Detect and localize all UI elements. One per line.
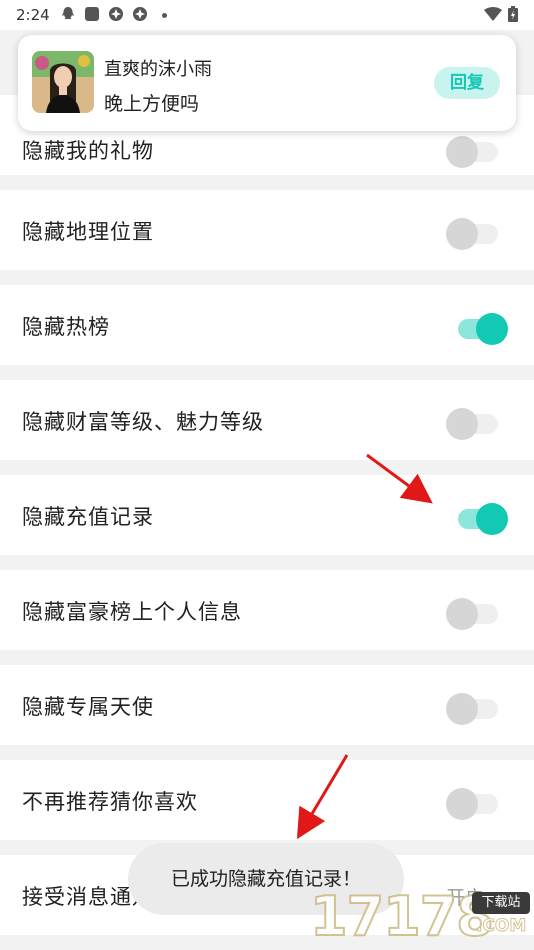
qq-icon (62, 7, 74, 19)
setting-label: 隐藏充值记录 (22, 505, 154, 529)
sender-name: 直爽的沫小雨 (104, 59, 212, 80)
avatar (32, 51, 94, 113)
setting-row-hide-levels[interactable]: 隐藏财富等级、魅力等级 (0, 380, 534, 475)
wifi-icon (484, 7, 502, 21)
hide-angel-toggle[interactable] (446, 690, 508, 725)
setting-row-hide-angel[interactable]: 隐藏专属天使 (0, 665, 534, 760)
setting-label: 不再推荐猜你喜欢 (22, 790, 198, 814)
setting-row-hide-hot-list[interactable]: 隐藏热榜 (0, 285, 534, 380)
dot-icon (162, 13, 167, 18)
setting-label: 隐藏我的礼物 (22, 139, 154, 163)
reply-button[interactable]: 回复 (434, 67, 500, 99)
setting-row-hide-recharge[interactable]: 隐藏充值记录 (0, 475, 534, 570)
status-bar: 2:24 (0, 0, 534, 30)
hide-gifts-toggle[interactable] (446, 133, 508, 168)
setting-row-hide-location[interactable]: 隐藏地理位置 (0, 190, 534, 285)
app-icon (85, 7, 99, 21)
setting-label: 隐藏热榜 (22, 315, 110, 339)
hide-recharge-toggle[interactable] (446, 500, 508, 535)
hide-location-toggle[interactable] (446, 215, 508, 250)
setting-label: 隐藏财富等级、魅力等级 (22, 410, 264, 434)
setting-row-no-recommend[interactable]: 不再推荐猜你喜欢 (0, 760, 534, 855)
settings-list: 隐藏我的礼物 隐藏地理位置 隐藏热榜 隐藏财富等级、魅力等级 隐藏充值记录 隐藏… (0, 95, 534, 950)
aperture-icon (133, 7, 147, 21)
watermark-badge: 下载站 (472, 892, 530, 914)
watermark-logo: 17178 下载站 .COM (309, 885, 532, 949)
setting-row-hide-rich-list-info[interactable]: 隐藏富豪榜上个人信息 (0, 570, 534, 665)
hide-levels-toggle[interactable] (446, 405, 508, 440)
watermark-digits: 17178 (309, 885, 495, 949)
status-time: 2:24 (16, 6, 50, 24)
no-recommend-toggle[interactable] (446, 785, 508, 820)
battery-charging-icon (508, 6, 518, 22)
message-notification[interactable]: 直爽的沫小雨 晚上方便吗 回复 (18, 35, 516, 131)
watermark-suffix: .COM (475, 916, 527, 937)
aperture-icon (109, 7, 123, 21)
setting-label: 隐藏地理位置 (22, 220, 154, 244)
setting-label: 隐藏专属天使 (22, 695, 154, 719)
setting-label: 隐藏富豪榜上个人信息 (22, 600, 242, 624)
hide-rich-list-toggle[interactable] (446, 595, 508, 630)
hide-hot-list-toggle[interactable] (446, 310, 508, 345)
message-preview: 晚上方便吗 (104, 93, 200, 115)
